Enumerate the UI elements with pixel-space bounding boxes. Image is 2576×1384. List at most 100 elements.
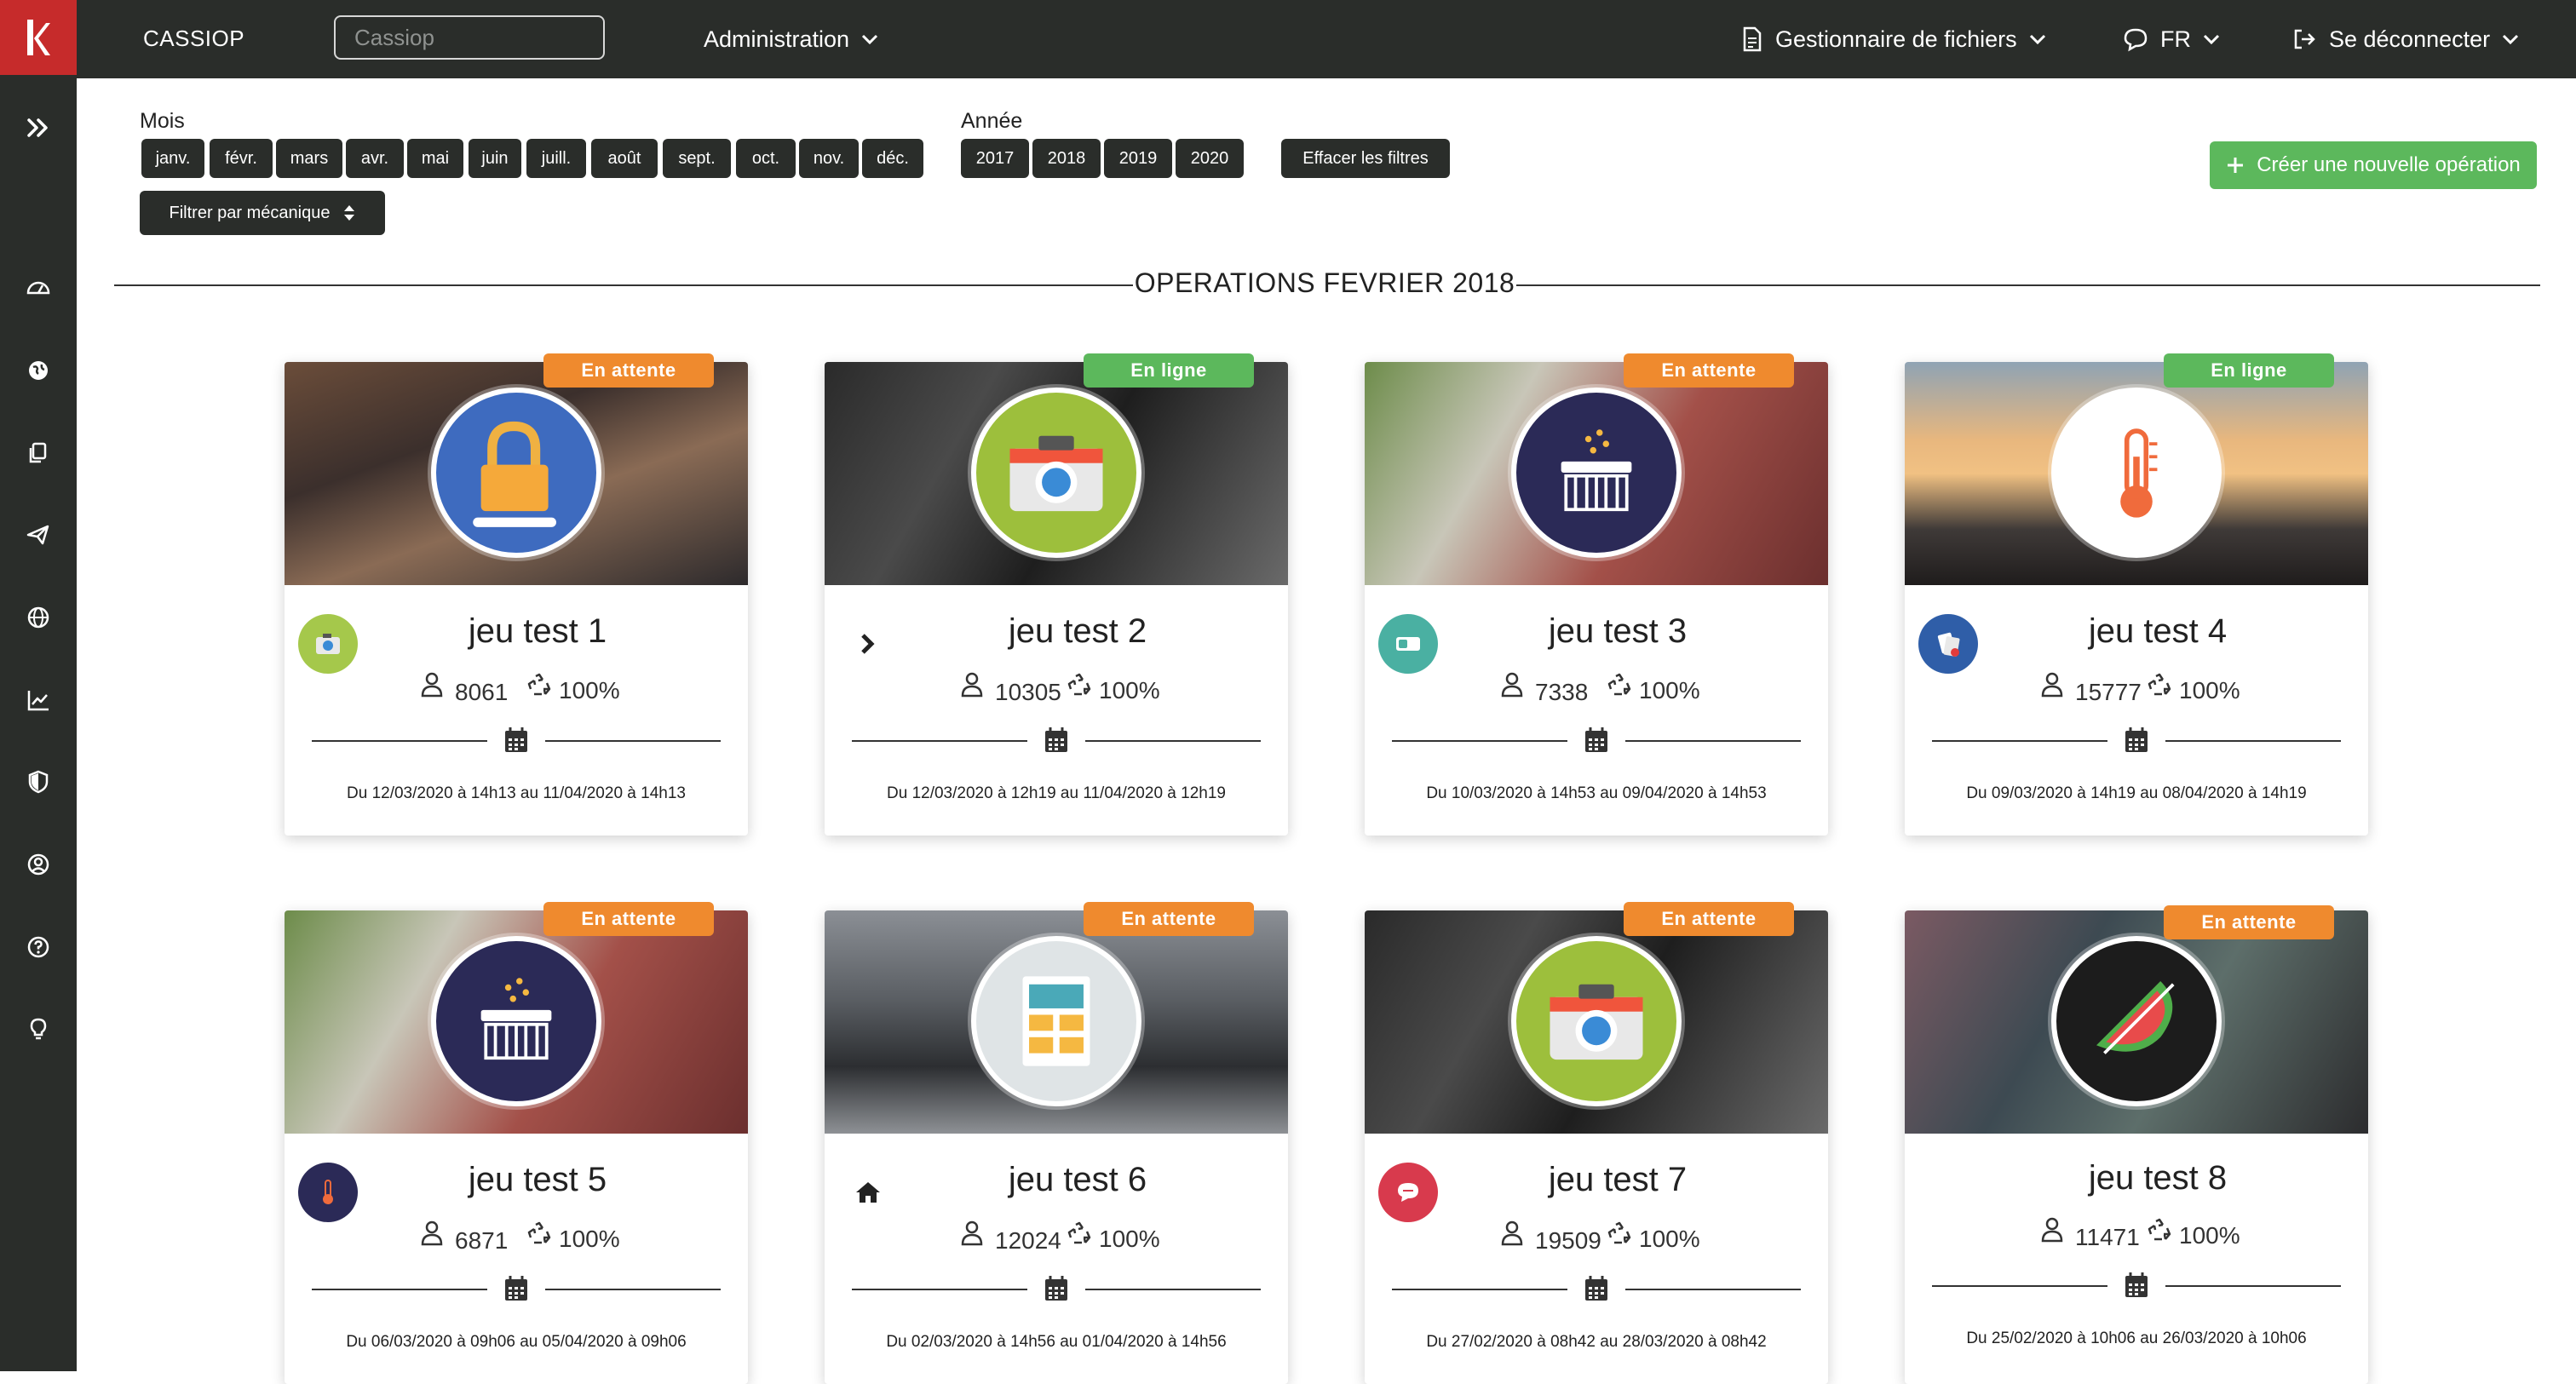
operation-card[interactable]: En attente jeu test 7 19509 100% Du 27/0… [1365, 902, 1828, 1384]
card-cover-image [285, 910, 748, 1134]
calendar-icon [2124, 1272, 2149, 1299]
participants-count: 7338 [1535, 679, 1589, 705]
recycle-icon [1067, 672, 1092, 698]
participants-count: 19509 [1535, 1227, 1601, 1254]
completion-percent: 100% [1099, 1226, 1160, 1252]
logout-menu[interactable]: Se déconnecter [2291, 24, 2519, 55]
month-filter[interactable]: oct. [736, 139, 796, 178]
language-menu[interactable]: FR [2123, 24, 2220, 55]
globe-icon[interactable] [21, 353, 55, 388]
world-icon[interactable] [21, 600, 55, 635]
create-operation-button[interactable]: Créer une nouvelle opération [2210, 141, 2537, 189]
cards-mini-icon [1918, 614, 1978, 674]
participants-count: 6871 [455, 1227, 509, 1254]
dashboard-icon[interactable] [21, 271, 55, 305]
user-icon[interactable] [21, 847, 55, 882]
operation-title[interactable]: jeu test 8 [1981, 1159, 2334, 1197]
completion-percent: 100% [1099, 677, 1160, 703]
brand-logo[interactable] [0, 0, 77, 75]
month-filter[interactable]: janv. [141, 139, 204, 178]
operation-dates: Du 06/03/2020 à 09h06 au 05/04/2020 à 09… [346, 1333, 687, 1351]
recycle-icon [2147, 672, 2172, 698]
completion-percent: 100% [2179, 677, 2240, 703]
month-filter[interactable]: juin [469, 139, 521, 178]
operation-title[interactable]: jeu test 6 [901, 1161, 1254, 1199]
operation-title[interactable]: jeu test 4 [1981, 612, 2334, 651]
logout-icon [2294, 29, 2315, 49]
operation-title[interactable]: jeu test 2 [901, 612, 1254, 651]
month-filter[interactable]: avr. [346, 139, 404, 178]
help-icon[interactable] [21, 930, 55, 964]
month-filter[interactable]: déc. [862, 139, 923, 178]
completion-percent: 100% [559, 677, 620, 703]
person-icon [2041, 672, 2063, 698]
operation-dates: Du 12/03/2020 à 14h13 au 11/04/2020 à 14… [347, 784, 686, 802]
camera-mini-icon [298, 614, 358, 674]
admin-menu[interactable]: Administration [704, 24, 878, 55]
year-filter[interactable]: 2018 [1032, 139, 1101, 178]
padlock-icon [431, 388, 601, 558]
month-filter[interactable]: août [591, 139, 658, 178]
send-icon[interactable] [21, 518, 55, 552]
status-badge: En ligne [1084, 353, 1254, 388]
operation-title[interactable]: jeu test 5 [361, 1161, 714, 1199]
recycle-icon [1607, 1220, 1632, 1246]
divider [2165, 1285, 2341, 1287]
lightbulb-icon[interactable] [21, 1012, 55, 1046]
operation-card[interactable]: En attente jeu test 5 6871 100% Du 06/03… [285, 902, 748, 1384]
expand-icon[interactable] [21, 111, 55, 145]
status-badge: En attente [1624, 353, 1794, 388]
file-manager-menu[interactable]: Gestionnaire de fichiers [1741, 24, 2046, 55]
month-filter[interactable]: nov. [799, 139, 859, 178]
month-filter[interactable]: mai [407, 139, 463, 178]
camera-icon [1511, 936, 1682, 1106]
operation-card[interactable]: En attente jeu test 8 11471 100% Du 25/0… [1905, 905, 2368, 1384]
operation-stats: 8061 100% [421, 670, 676, 705]
basket-icon [1511, 388, 1682, 558]
operation-stats: 7338 100% [1501, 670, 1757, 705]
language-label: FR [2160, 26, 2191, 52]
month-filter[interactable]: juill. [526, 139, 586, 178]
app-brand[interactable]: CASSIOP [143, 26, 244, 52]
operation-card[interactable]: En ligne jeu test 2 10305 100% Du 12/03/… [825, 353, 1288, 836]
completion-percent: 100% [559, 1226, 620, 1252]
copy-icon[interactable] [21, 436, 55, 470]
clear-filters-button[interactable]: Effacer les filtres [1281, 139, 1450, 178]
operation-title[interactable]: jeu test 7 [1441, 1161, 1794, 1199]
search-input[interactable] [334, 15, 605, 60]
chevron-down-icon [862, 34, 878, 44]
plus-icon [2228, 158, 2244, 173]
mechanic-filter-select[interactable]: Filtrer par mécanique [140, 191, 385, 235]
logout-label: Se déconnecter [2329, 26, 2491, 52]
operation-title[interactable]: jeu test 1 [361, 612, 714, 651]
divider [312, 1289, 487, 1290]
year-filter[interactable]: 2019 [1104, 139, 1172, 178]
admin-menu-label: Administration [704, 26, 850, 52]
month-filter[interactable]: sept. [663, 139, 731, 178]
person-icon [1501, 672, 1523, 698]
operation-card[interactable]: En attente jeu test 1 8061 100% Du 12/03… [285, 353, 748, 836]
chevron-down-icon [2503, 34, 2519, 44]
completion-percent: 100% [1639, 1226, 1700, 1252]
year-filter[interactable]: 2017 [961, 139, 1029, 178]
calendar-icon [2124, 726, 2149, 754]
year-filter[interactable]: 2020 [1176, 139, 1244, 178]
divider [1932, 740, 2107, 742]
operation-stats: 10305 100% [961, 670, 1216, 705]
operation-dates: Du 27/02/2020 à 08h42 au 28/03/2020 à 08… [1426, 1333, 1767, 1351]
watermelon-icon [2051, 936, 2222, 1106]
operation-card[interactable]: En attente jeu test 3 7338 100% Du 10/03… [1365, 353, 1828, 836]
operation-dates: Du 25/02/2020 à 10h06 au 26/03/2020 à 10… [1966, 1329, 2307, 1347]
thermometer-icon [2051, 388, 2222, 558]
operation-card[interactable]: En attente jeu test 6 12024 100% Du 02/0… [825, 902, 1288, 1384]
chart-icon[interactable] [21, 683, 55, 717]
divider [852, 1289, 1027, 1290]
shield-icon[interactable] [21, 765, 55, 799]
operation-title[interactable]: jeu test 3 [1441, 612, 1794, 651]
month-filter[interactable]: févr. [210, 139, 273, 178]
operation-dates: Du 10/03/2020 à 14h53 au 09/04/2020 à 14… [1426, 784, 1767, 802]
month-filter[interactable]: mars [276, 139, 342, 178]
operation-card[interactable]: En ligne jeu test 4 15777 100% Du 09/03/… [1905, 353, 2368, 836]
participants-count: 15777 [2075, 679, 2142, 705]
mechanic-filter-label: Filtrer par mécanique [169, 203, 331, 222]
